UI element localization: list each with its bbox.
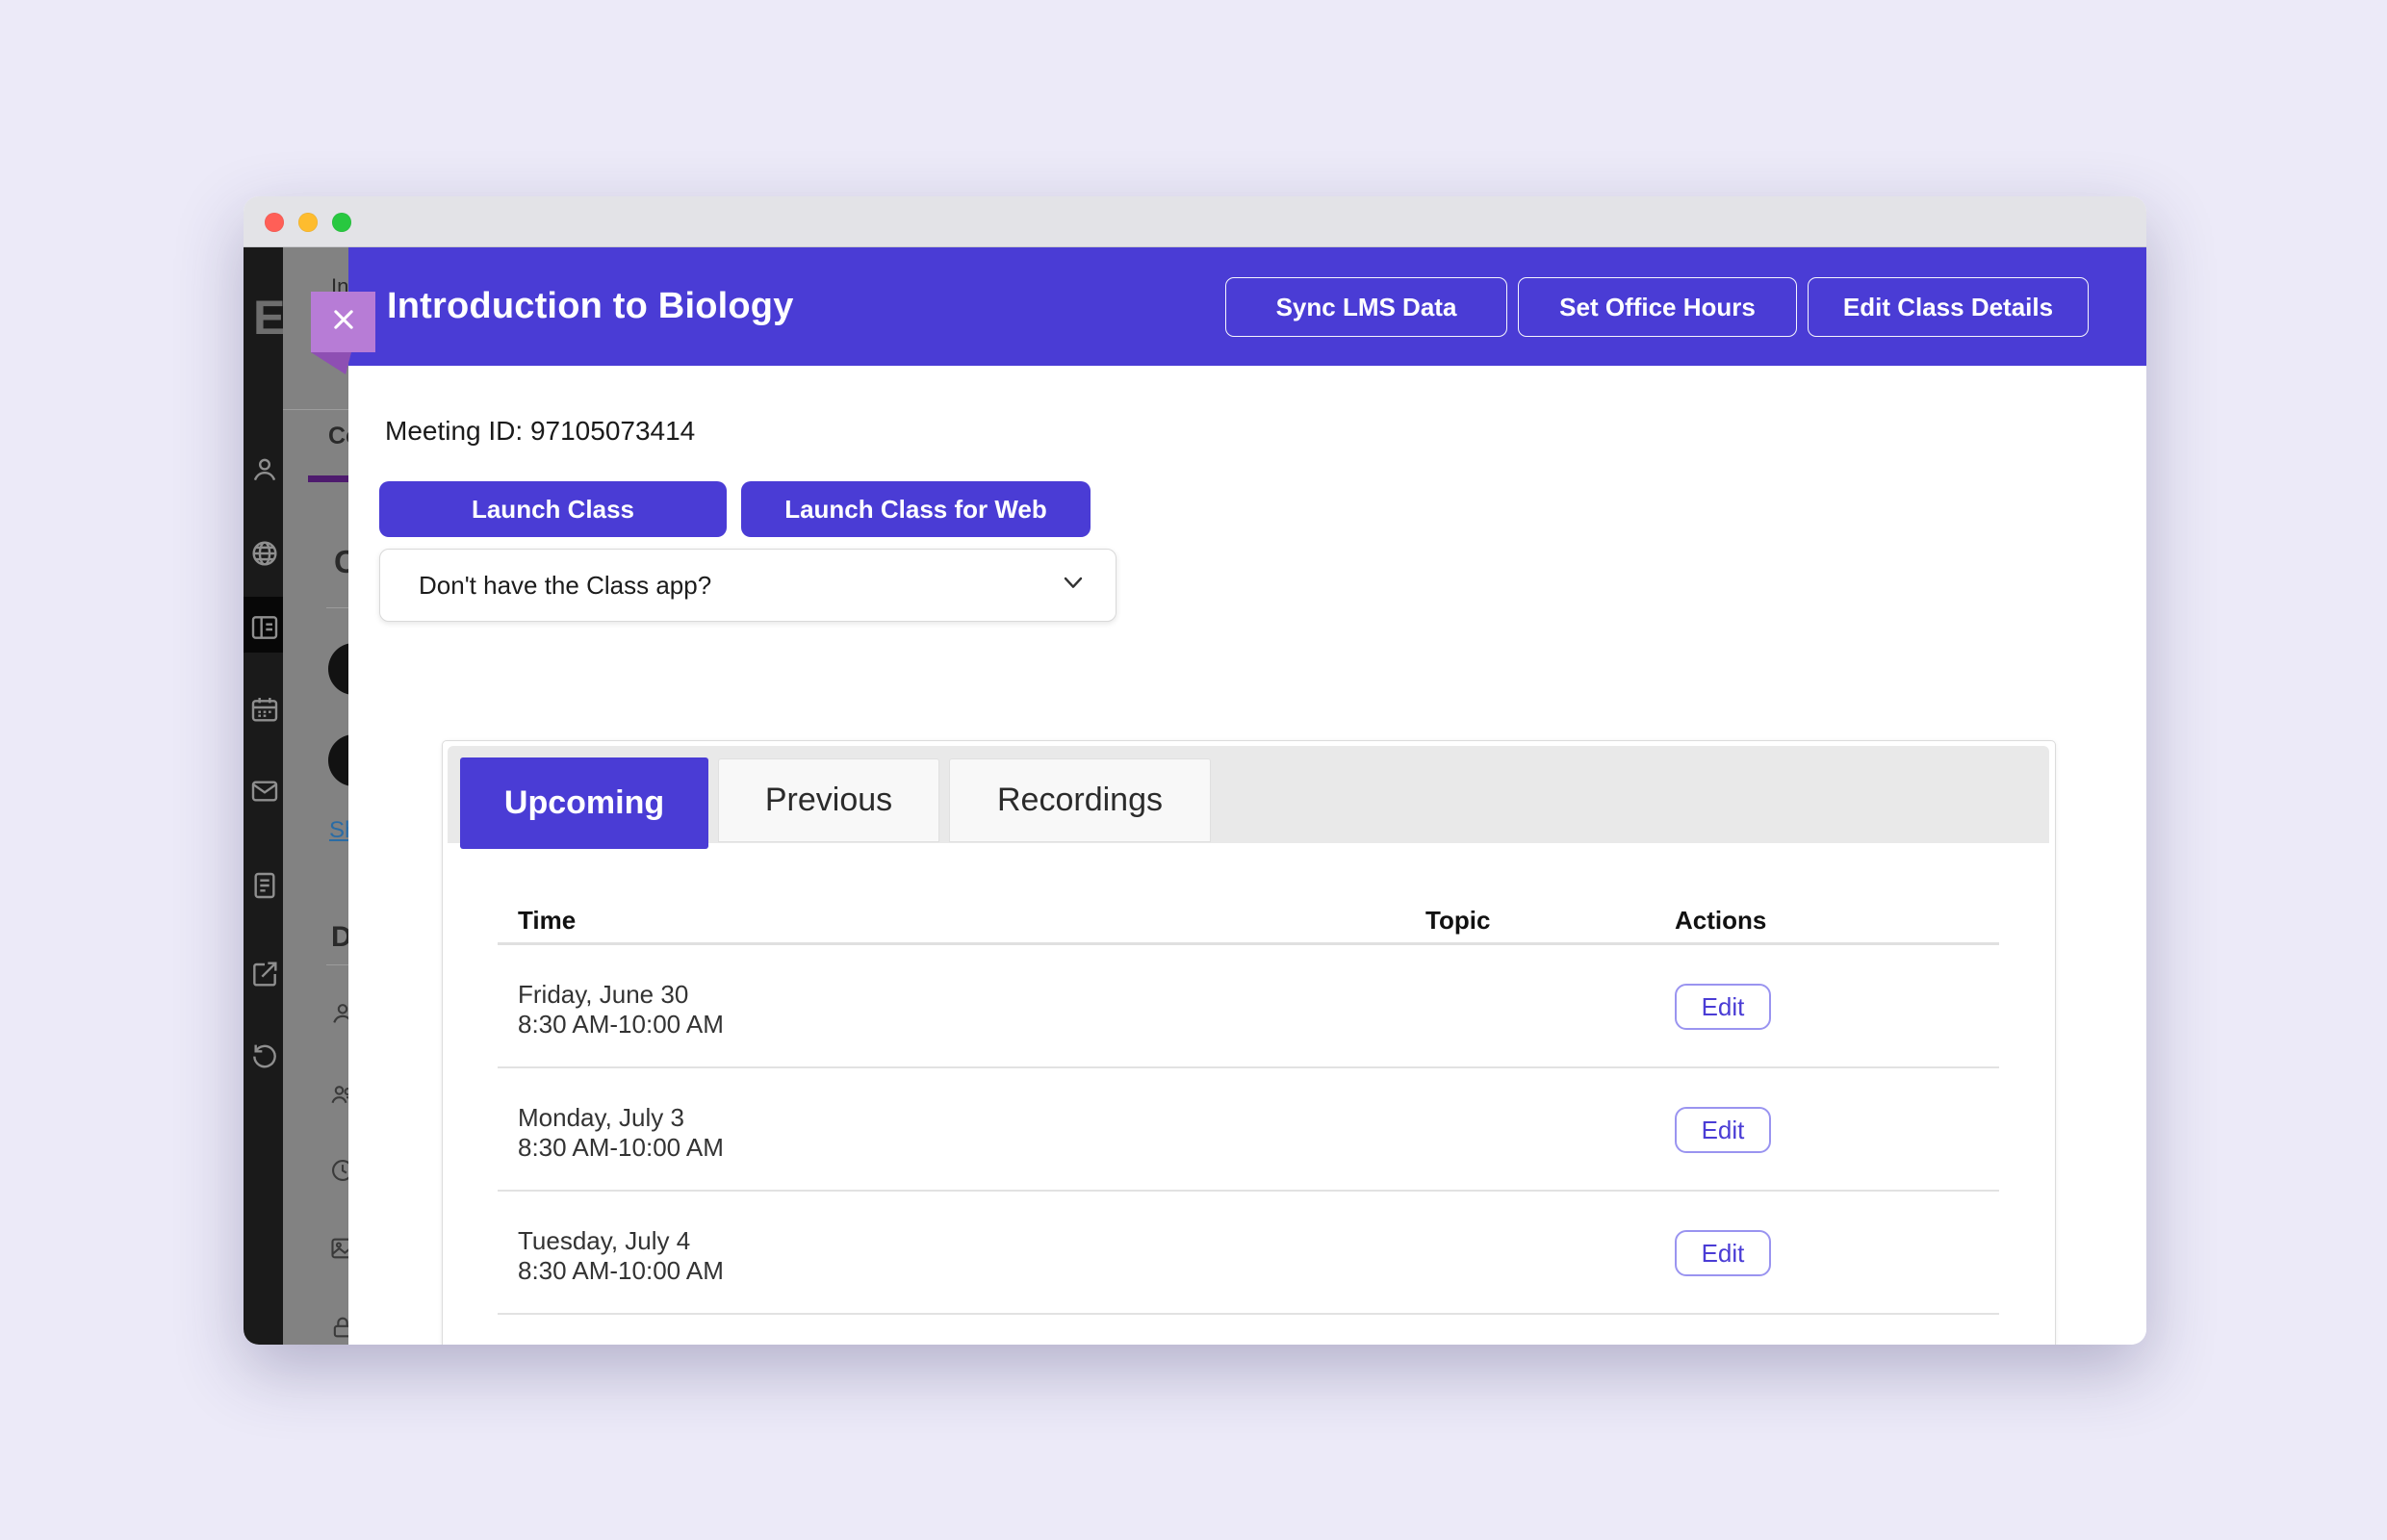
clipped-heading-c: C [334,544,348,580]
window-body: E In Co C [244,247,2146,1345]
clipped-link-sh: Sh [329,817,348,844]
divider [326,964,348,965]
zoom-window-button[interactable] [332,213,351,232]
tab-previous[interactable]: Previous [718,758,939,842]
active-tab-underline [308,475,348,482]
tab-recordings[interactable]: Recordings [949,758,1211,842]
sessions-table: Time Topic Actions Friday, June 30 8:30 … [498,895,1999,1315]
table-header-row: Time Topic Actions [498,895,1999,945]
dimmed-app-panel: In Co C Sh D [283,247,348,1345]
person-icon [329,1000,348,1027]
minimize-window-button[interactable] [298,213,318,232]
modal-header: Introduction to Biology Sync LMS Data Se… [348,247,2146,366]
session-hours: 8:30 AM-10:00 AM [518,1010,724,1040]
close-modal-button[interactable] [311,292,375,352]
lock-icon [329,1314,348,1341]
edit-session-button[interactable]: Edit [1675,1107,1771,1153]
avatar [328,643,348,695]
clipped-tab-co: Co [328,423,348,450]
column-header-actions: Actions [1675,895,1766,945]
session-time: Friday, June 30 8:30 AM-10:00 AM [518,980,724,1040]
set-office-hours-button[interactable]: Set Office Hours [1518,277,1797,337]
class-title: Introduction to Biology [387,247,794,366]
launch-class-button[interactable]: Launch Class [379,481,727,537]
divider [326,607,348,608]
app-window: E In Co C [244,196,2146,1345]
history-icon [249,1040,280,1071]
sync-lms-data-button[interactable]: Sync LMS Data [1225,277,1507,337]
edit-session-button[interactable]: Edit [1675,984,1771,1030]
dropdown-label: Don't have the Class app? [419,571,711,601]
session-date: Tuesday, July 4 [518,1226,724,1256]
session-date: Friday, June 30 [518,980,724,1010]
edit-class-details-button[interactable]: Edit Class Details [1808,277,2089,337]
session-date: Monday, July 3 [518,1103,724,1133]
mail-icon [249,776,280,807]
close-icon [330,306,357,338]
table-row: Tuesday, July 4 8:30 AM-10:00 AM Edit [498,1192,1999,1315]
share-icon [249,959,280,989]
document-icon [249,870,280,901]
clipped-heading-d: D [331,921,348,954]
layout-icon [249,612,280,643]
clock-icon [329,1157,348,1184]
chevron-down-icon [1058,567,1089,604]
calendar-icon [249,694,280,725]
people-icon [329,1081,348,1108]
header-actions: Sync LMS Data Set Office Hours Edit Clas… [1225,277,2089,337]
column-header-time: Time [518,895,576,945]
class-app-dropdown[interactable]: Don't have the Class app? [379,549,1116,622]
globe-icon [249,538,280,569]
close-window-button[interactable] [265,213,284,232]
person-icon [249,454,280,485]
app-logo: E [253,290,283,346]
column-header-topic: Topic [1425,895,1490,945]
table-row: Friday, June 30 8:30 AM-10:00 AM Edit [498,945,1999,1068]
image-icon [329,1235,348,1262]
sessions-tab-bar: Upcoming Previous Recordings [448,746,2049,843]
tab-upcoming[interactable]: Upcoming [460,757,708,849]
session-hours: 8:30 AM-10:00 AM [518,1133,724,1163]
avatar [328,734,348,786]
modal-content: Meeting ID: 97105073414 Launch Class Lau… [348,366,2146,1345]
window-titlebar [244,196,2146,247]
divider [283,409,348,410]
table-row: Monday, July 3 8:30 AM-10:00 AM Edit [498,1068,1999,1192]
launch-class-for-web-button[interactable]: Launch Class for Web [741,481,1091,537]
session-time: Tuesday, July 4 8:30 AM-10:00 AM [518,1226,724,1286]
edit-session-button[interactable]: Edit [1675,1230,1771,1276]
app-nav-rail: E [244,247,283,1345]
sessions-card: Upcoming Previous Recordings Time Topic … [442,740,2056,1345]
meeting-id-text: Meeting ID: 97105073414 [385,416,695,447]
session-hours: 8:30 AM-10:00 AM [518,1256,724,1286]
session-time: Monday, July 3 8:30 AM-10:00 AM [518,1103,724,1163]
